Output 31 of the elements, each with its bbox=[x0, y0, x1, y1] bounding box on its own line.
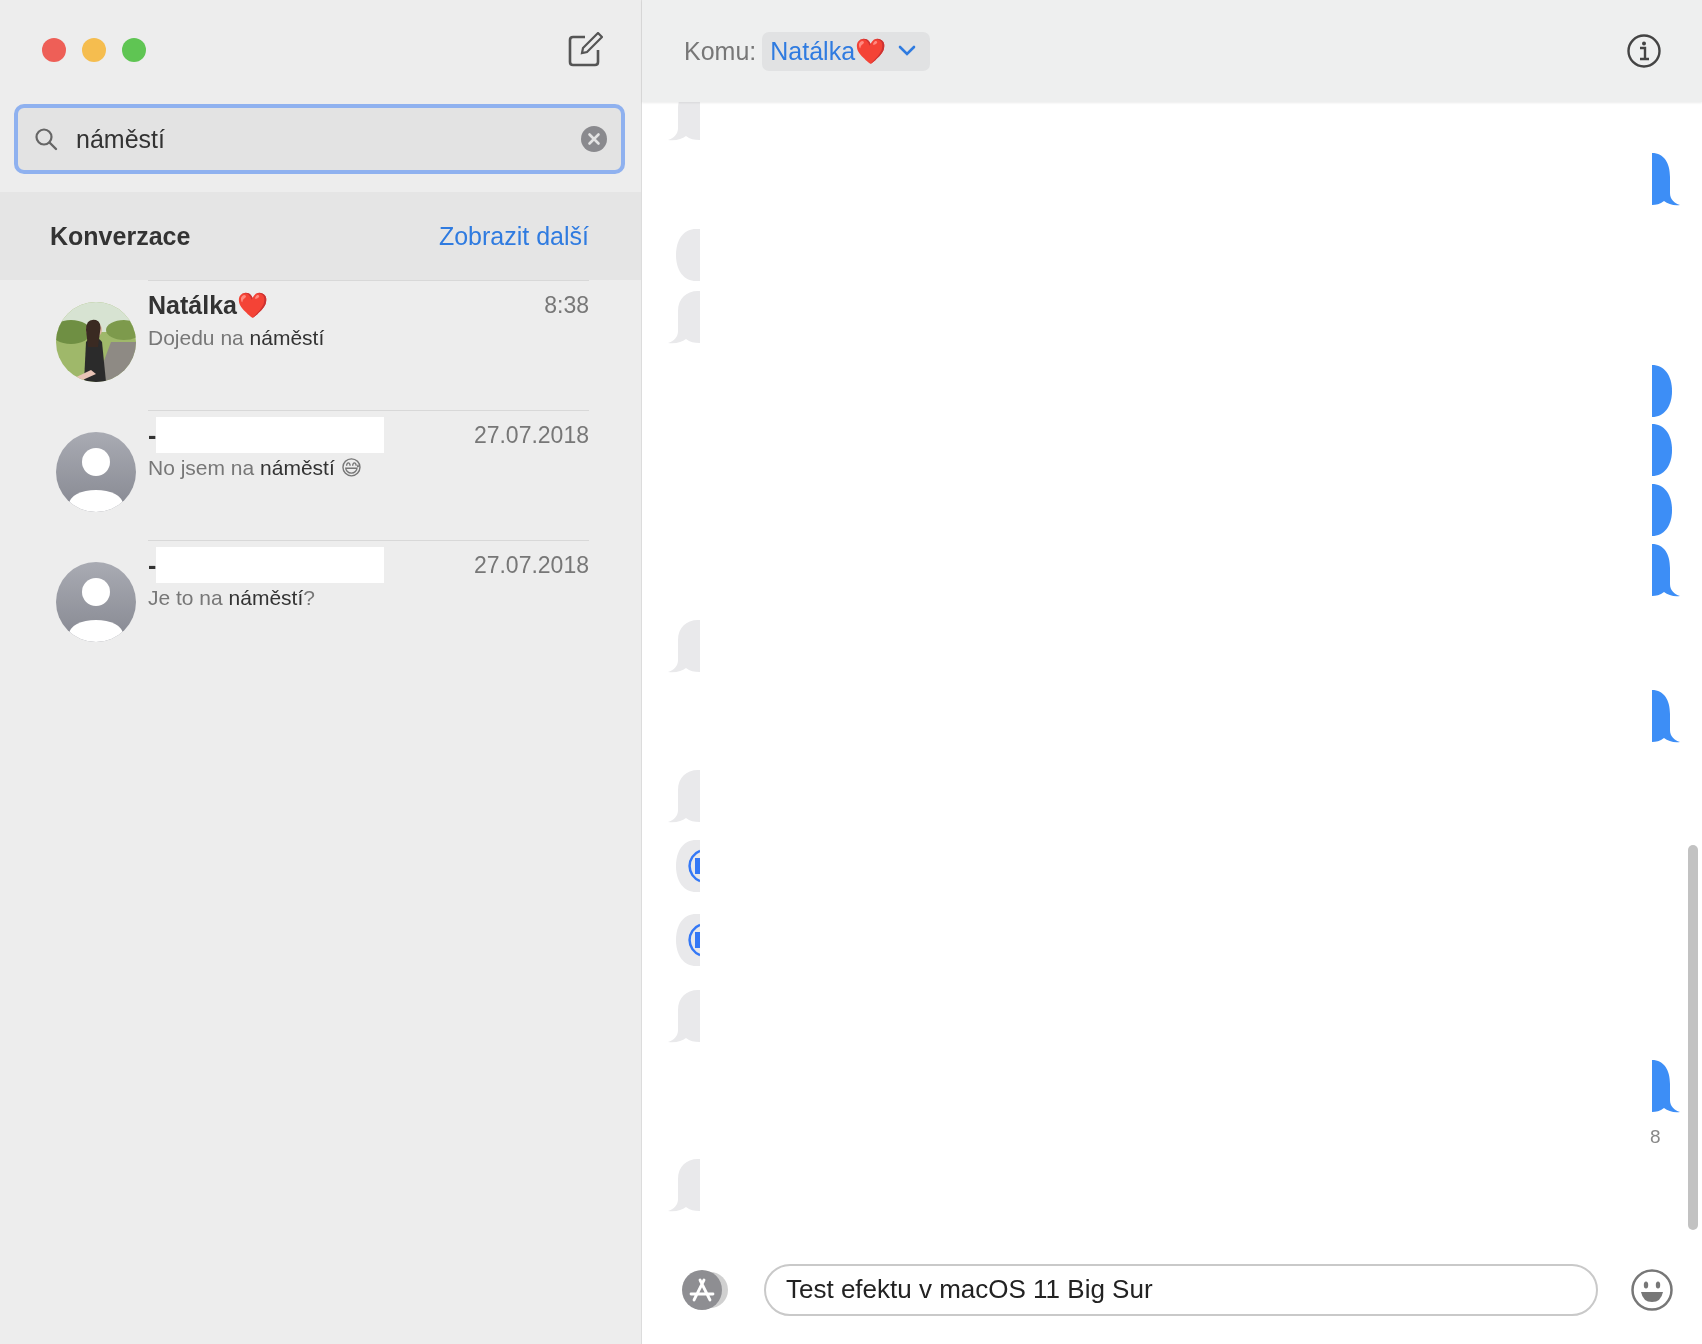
message-preview: Dojedu na náměstí bbox=[148, 326, 326, 350]
window-control[interactable] bbox=[122, 38, 146, 62]
compose-icon[interactable] bbox=[567, 32, 603, 68]
message-bubble bbox=[1652, 153, 1681, 206]
message-time: 8:38 bbox=[544, 292, 589, 319]
contact-name: - bbox=[148, 551, 157, 580]
smiley-icon[interactable] bbox=[1630, 1267, 1674, 1312]
message-bubble bbox=[1652, 544, 1681, 597]
message-time: 8 bbox=[1650, 1126, 1661, 1148]
message-bubble bbox=[1652, 424, 1673, 477]
search-field[interactable]: náměstí bbox=[14, 104, 625, 174]
message-field[interactable]: Test efektu v macOS 11 Big Sur bbox=[764, 1263, 1598, 1316]
message-bubble bbox=[1652, 365, 1673, 418]
info-icon[interactable] bbox=[1626, 33, 1662, 69]
window-control[interactable] bbox=[42, 38, 66, 62]
search-icon bbox=[34, 127, 58, 151]
scrollbar[interactable] bbox=[1688, 845, 1698, 1230]
message-bubble bbox=[1652, 1060, 1681, 1113]
chevron-down-icon bbox=[898, 45, 917, 57]
message-time: 27.07.2018 bbox=[473, 422, 589, 449]
window-control[interactable] bbox=[82, 38, 106, 62]
message-bubble bbox=[1652, 690, 1681, 743]
message-preview: Je to na náměstí? bbox=[148, 586, 316, 610]
contact-name: Natálka❤ bbox=[148, 291, 268, 320]
message-time: 27.07.2018 bbox=[473, 552, 589, 579]
to-label: Komu: bbox=[684, 36, 757, 66]
contact-name: - bbox=[148, 421, 157, 450]
section-title: Konverzace bbox=[50, 221, 191, 251]
message-bubble bbox=[1652, 484, 1673, 537]
message-preview: No jsem na náměstí 😅 bbox=[148, 456, 364, 480]
clear-icon[interactable] bbox=[581, 126, 607, 152]
